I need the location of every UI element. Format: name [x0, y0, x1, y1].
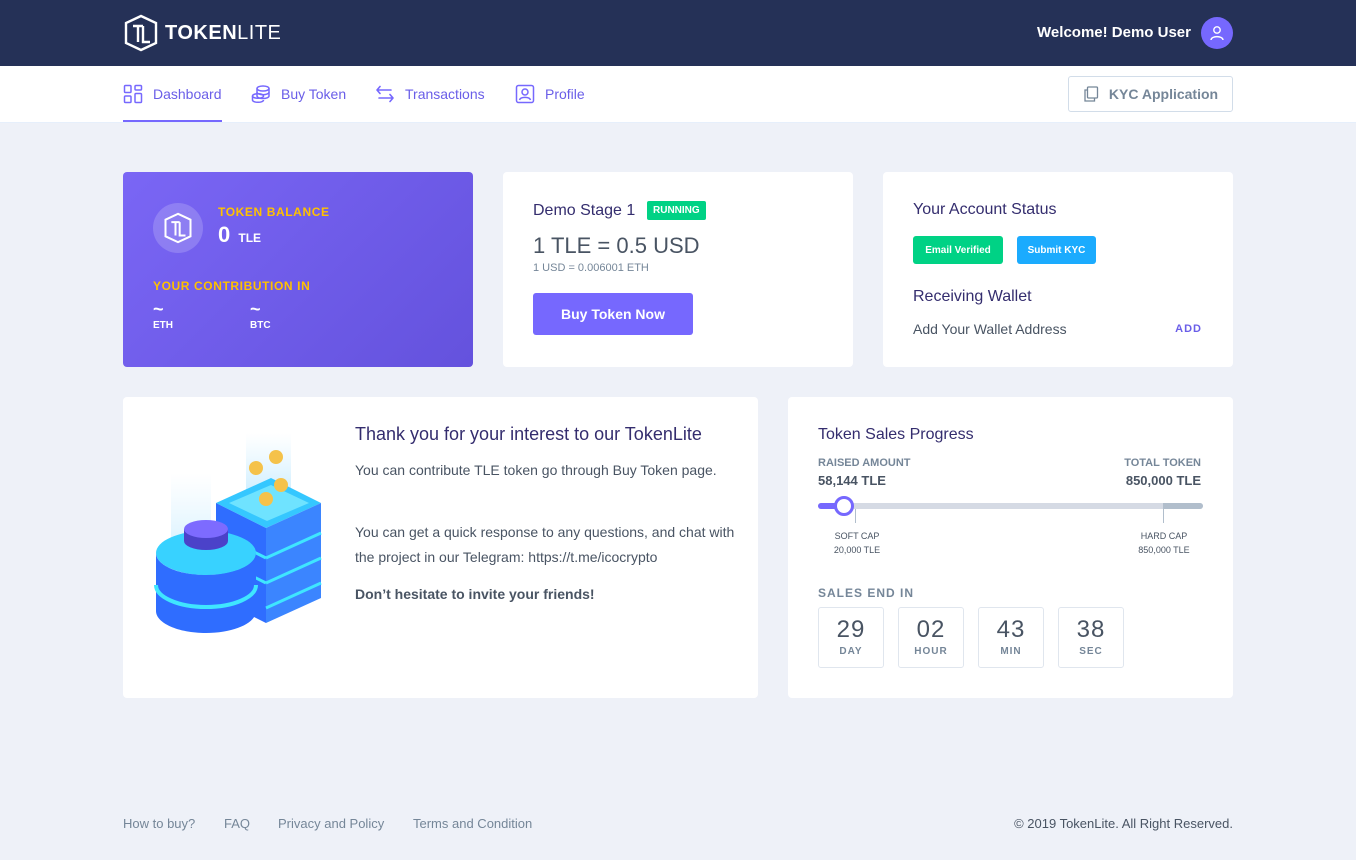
account-status-card: Your Account Status Email Verified Submi…	[883, 172, 1233, 367]
documents-icon	[1084, 86, 1099, 102]
account-status-title: Your Account Status	[913, 201, 1057, 218]
countdown-hours: 02 HOUR	[898, 607, 964, 668]
welcome-text: Welcome! Demo User	[1037, 24, 1191, 41]
progress-bar	[818, 496, 1203, 516]
sales-end-label: SALES END IN	[818, 586, 915, 600]
total-token-label: TOTAL TOKEN	[1124, 457, 1201, 469]
contribution-btc: ~ BTC	[250, 299, 271, 331]
info-invite-text: Don’t hesitate to invite your friends!	[355, 586, 595, 602]
contribution-eth: ~ ETH	[153, 299, 173, 331]
token-price: 1 TLE = 0.5 USD	[533, 233, 700, 258]
footer-link-faq[interactable]: FAQ	[224, 816, 250, 831]
countdown-seconds: 38 SEC	[1058, 607, 1124, 668]
user-icon	[1210, 26, 1224, 41]
info-paragraph: You can get a quick response to any ques…	[355, 524, 735, 565]
receiving-wallet-title: Receiving Wallet	[913, 288, 1032, 305]
nav-dashboard[interactable]: Dashboard	[123, 66, 222, 122]
stage-title: Demo Stage 1	[533, 202, 636, 219]
hard-cap-label: HARD CAP 850,000 TLE	[1138, 531, 1190, 555]
nav-label: Transactions	[405, 86, 485, 102]
progress-knob	[834, 496, 854, 516]
footer-link-terms[interactable]: Terms and Condition	[413, 816, 532, 831]
countdown-days: 29 DAY	[818, 607, 884, 668]
status-badge: RUNNING	[647, 201, 706, 220]
grid-icon	[123, 84, 143, 104]
token-balance-label: TOKEN BALANCE	[218, 205, 330, 219]
nav-transactions[interactable]: Transactions	[375, 66, 485, 122]
footer-link-privacy[interactable]: Privacy and Policy	[278, 816, 384, 831]
add-wallet-link[interactable]: ADD	[1175, 323, 1202, 335]
progress-title: Token Sales Progress	[818, 426, 974, 443]
submit-kyc-button[interactable]: Submit KYC	[1017, 236, 1096, 264]
soft-cap-label: SOFT CAP 20,000 TLE	[833, 531, 881, 555]
footer-link-how-to-buy[interactable]: How to buy?	[123, 816, 195, 831]
hard-cap-marker	[1163, 509, 1164, 523]
token-logo-icon	[153, 203, 203, 253]
countdown-minutes: 43 MIN	[978, 607, 1044, 668]
welcome-info-card: Thank you for your interest to our Token…	[123, 397, 758, 698]
nav-label: Profile	[545, 86, 585, 102]
crypto-server-illustration	[154, 433, 322, 633]
exchange-arrows-icon	[376, 85, 394, 103]
stage-card: Demo Stage 1 RUNNING 1 TLE = 0.5 USD 1 U…	[503, 172, 853, 367]
token-balance-card: TOKEN BALANCE 0 TLE YOUR CONTRIBUTION IN…	[123, 172, 473, 367]
total-token-value: 850,000 TLE	[1125, 473, 1201, 488]
contribution-label: YOUR CONTRIBUTION IN	[153, 279, 311, 293]
nav-label: Dashboard	[153, 86, 222, 102]
info-title: Thank you for your interest to our Token…	[355, 424, 702, 444]
soft-cap-marker	[855, 509, 856, 523]
raised-amount-value: 58,144 TLE	[818, 473, 886, 488]
user-avatar[interactable]	[1201, 17, 1233, 49]
hard-cap-segment	[1163, 503, 1203, 509]
user-card-icon	[515, 84, 535, 104]
kyc-application-button[interactable]: KYC Application	[1068, 76, 1233, 112]
nav-label: Buy Token	[281, 86, 347, 102]
buy-token-now-button[interactable]: Buy Token Now	[533, 293, 693, 335]
copyright-text: © 2019 TokenLite. All Right Reserved.	[1014, 816, 1233, 831]
kyc-button-label: KYC Application	[1108, 86, 1219, 102]
token-price-eth: 1 USD = 0.006001 ETH	[533, 262, 649, 274]
token-sales-progress-card: Token Sales Progress RAISED AMOUNT 58,14…	[788, 397, 1233, 698]
top-header: TOKENLITE Welcome! Demo User	[0, 0, 1356, 66]
email-verified-badge: Email Verified	[913, 236, 1003, 264]
raised-amount-label: RAISED AMOUNT	[818, 457, 911, 469]
coins-icon	[251, 85, 270, 104]
main-nav: Dashboard Buy Token Transactions Profile…	[0, 66, 1356, 123]
token-balance-value: 0 TLE	[218, 222, 262, 247]
nav-buy-token[interactable]: Buy Token	[251, 66, 346, 122]
brand-name: TOKENLITE	[165, 21, 282, 44]
nav-profile[interactable]: Profile	[515, 66, 585, 122]
tokenlite-logo-icon	[124, 14, 158, 52]
info-paragraph: You can contribute TLE token go through …	[355, 462, 717, 478]
brand-logo[interactable]: TOKENLITE	[123, 14, 281, 52]
wallet-address-text: Add Your Wallet Address	[913, 321, 1067, 337]
